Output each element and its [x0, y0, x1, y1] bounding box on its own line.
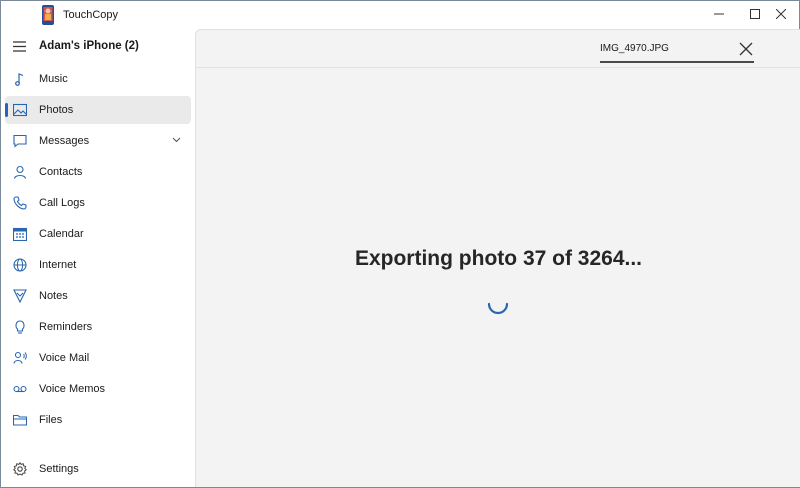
phone-icon [13, 196, 27, 210]
voicemail-headset-icon [13, 351, 27, 364]
music-note-icon [15, 73, 24, 86]
close-icon [776, 9, 786, 19]
message-icon [13, 134, 27, 148]
person-icon [13, 165, 27, 179]
sidebar-item-internet[interactable]: Internet [5, 251, 191, 279]
sidebar-item-voice-memos[interactable]: Voice Memos [5, 375, 191, 403]
sidebar-item-label: Notes [39, 290, 68, 302]
sidebar-item-voice-mail[interactable]: Voice Mail [5, 344, 191, 372]
calendar-icon [13, 227, 27, 241]
device-name: Adam's iPhone (2) [39, 40, 139, 52]
notes-icon [13, 289, 27, 303]
sidebar-item-settings[interactable]: Settings [5, 455, 191, 483]
sidebar-item-notes[interactable]: Notes [5, 282, 191, 310]
sidebar-item-contacts[interactable]: Contacts [5, 158, 191, 186]
lightbulb-icon [15, 320, 25, 334]
sidebar-item-label: Contacts [39, 166, 83, 178]
maximize-icon [750, 9, 760, 19]
sidebar-item-files[interactable]: Files [5, 406, 191, 434]
sidebar-item-label: Messages [39, 135, 90, 147]
sidebar-item-music[interactable]: Music [5, 65, 191, 93]
title-bar: TouchCopy [1, 1, 799, 29]
sidebar-item-label: Reminders [39, 321, 93, 333]
app-window: TouchCopy Adam's iPhone (2) Music Photos… [0, 0, 800, 488]
sidebar-item-label: Voice Memos [39, 383, 106, 395]
sidebar-item-label: Calendar [39, 228, 84, 240]
device-header: Adam's iPhone (2) [1, 35, 195, 59]
main-pane: IMG_4970.JPG Exporting photo 37 of 3264.… [195, 29, 800, 487]
sidebar: Adam's iPhone (2) Music Photos Messages … [1, 29, 195, 487]
sidebar-item-label: Internet [39, 259, 77, 271]
loading-spinner-icon [487, 302, 509, 315]
minimize-icon [714, 13, 724, 15]
sidebar-item-call-logs[interactable]: Call Logs [5, 189, 191, 217]
close-export-button[interactable] [738, 41, 754, 57]
current-file-name: IMG_4970.JPG [600, 43, 669, 54]
sidebar-item-label: Files [39, 414, 63, 426]
export-status-text: Exporting photo 37 of 3264... [354, 247, 643, 270]
sidebar-item-label: Call Logs [39, 197, 85, 209]
globe-icon [13, 258, 27, 272]
minimize-button[interactable] [701, 1, 737, 27]
touchcopy-logo-icon [42, 5, 54, 25]
main-header: IMG_4970.JPG [196, 30, 800, 68]
file-name-underline [600, 61, 754, 63]
sidebar-item-calendar[interactable]: Calendar [5, 220, 191, 248]
sidebar-item-label: Music [39, 73, 68, 85]
chevron-down-icon[interactable] [172, 137, 181, 143]
image-icon [13, 103, 27, 117]
sidebar-item-messages[interactable]: Messages [5, 127, 191, 155]
sidebar-item-reminders[interactable]: Reminders [5, 313, 191, 341]
window-close-button[interactable] [763, 1, 799, 27]
app-title: TouchCopy [63, 9, 119, 21]
hamburger-menu-icon[interactable] [13, 41, 26, 52]
sidebar-item-photos[interactable]: Photos [5, 96, 191, 124]
settings-label: Settings [39, 463, 79, 475]
sidebar-item-label: Photos [39, 104, 74, 116]
sidebar-item-label: Voice Mail [39, 352, 90, 364]
folder-icon [13, 414, 27, 426]
voice-memo-icon [13, 385, 27, 393]
gear-icon [13, 462, 27, 476]
